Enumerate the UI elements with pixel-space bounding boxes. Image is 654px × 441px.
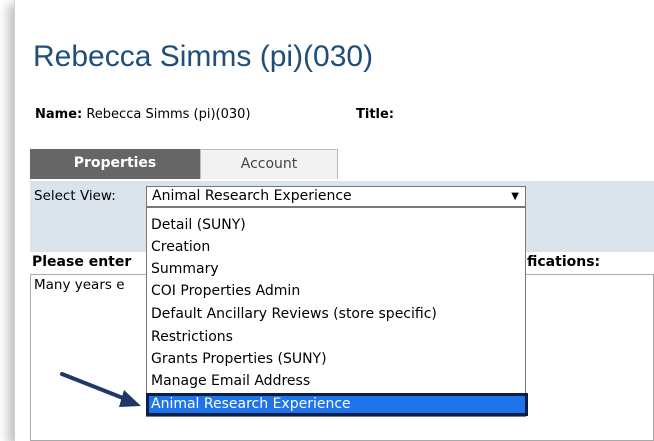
pointer-arrow-icon	[60, 372, 141, 407]
